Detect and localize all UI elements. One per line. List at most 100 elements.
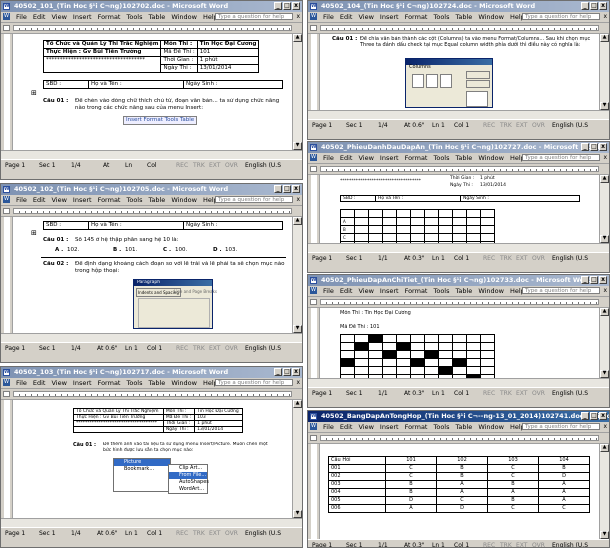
horizontal-scrollbar[interactable] bbox=[308, 243, 609, 252]
menu-item-clip-art[interactable]: Clip Art... bbox=[169, 465, 207, 472]
close-doc-icon[interactable]: x bbox=[603, 153, 607, 163]
preset-two[interactable] bbox=[426, 74, 438, 88]
vertical-scrollbar[interactable]: ▲ ▼ bbox=[292, 217, 302, 333]
columns-dialog[interactable]: Columns bbox=[405, 58, 493, 108]
menu-format[interactable]: Format bbox=[95, 12, 124, 22]
document-page[interactable]: Tổ Chức và Quản Lý Thi Trắc Nghiệm Môn Th… bbox=[13, 34, 292, 150]
help-search-input[interactable]: Type a question for help bbox=[522, 13, 600, 20]
close-doc-icon[interactable]: x bbox=[603, 286, 607, 296]
close-button[interactable]: x bbox=[292, 185, 300, 193]
menu-window[interactable]: Window bbox=[475, 422, 507, 432]
menu-format[interactable]: Format bbox=[402, 153, 431, 163]
menu-file[interactable]: File bbox=[320, 153, 337, 163]
picture-submenu[interactable]: Clip Art... From File... AutoShapes Word… bbox=[168, 464, 209, 494]
tab-selector-icon[interactable] bbox=[310, 435, 317, 441]
close-doc-icon[interactable]: x bbox=[603, 12, 607, 22]
menu-insert[interactable]: Insert bbox=[377, 286, 402, 296]
menu-insert[interactable]: Insert bbox=[70, 378, 95, 388]
menu-insert[interactable]: Insert bbox=[377, 422, 402, 432]
minimize-button[interactable]: _ bbox=[581, 412, 589, 420]
menu-insert[interactable]: Insert bbox=[377, 12, 402, 22]
menu-format[interactable]: Format bbox=[402, 12, 431, 22]
menu-format[interactable]: Format bbox=[402, 286, 431, 296]
window-detail-sheet[interactable]: W 40502_PhieuDapAnChiTiet_(Tin Hoc §¹i C… bbox=[307, 274, 610, 408]
menu-tools[interactable]: Tools bbox=[430, 422, 452, 432]
insert-menu-popup[interactable]: Picture Bookmark... bbox=[113, 458, 171, 492]
menu-table[interactable]: Table bbox=[146, 195, 169, 205]
document-area[interactable]: SBD : Họ và Tên : Ngày Sinh : ⊞ Câu 01 : S… bbox=[1, 217, 302, 333]
menu-tools[interactable]: Tools bbox=[123, 195, 145, 205]
menu-edit[interactable]: Edit bbox=[30, 378, 49, 388]
restore-button[interactable]: □ bbox=[590, 276, 598, 284]
minimize-button[interactable]: _ bbox=[274, 185, 282, 193]
horizontal-scrollbar[interactable] bbox=[1, 518, 302, 527]
tab-selector-icon[interactable] bbox=[3, 25, 10, 31]
menu-format[interactable]: Format bbox=[95, 195, 124, 205]
close-button[interactable]: x bbox=[292, 2, 300, 10]
menu-table[interactable]: Table bbox=[453, 153, 476, 163]
preset-three[interactable] bbox=[440, 74, 452, 88]
restore-button[interactable]: □ bbox=[283, 368, 291, 376]
window-doc-102[interactable]: W 40502_102_(Tin Hoc §¹i C¬ng)102705.doc… bbox=[0, 183, 303, 363]
title-bar[interactable]: W 40502_102_(Tin Hoc §¹i C¬ng)102705.doc… bbox=[1, 184, 302, 195]
restore-button[interactable]: □ bbox=[590, 2, 598, 10]
menu-table[interactable]: Table bbox=[453, 286, 476, 296]
help-search-input[interactable]: Type a question for help bbox=[215, 13, 293, 20]
menu-window[interactable]: Window bbox=[475, 12, 507, 22]
menu-file[interactable]: File bbox=[13, 195, 30, 205]
document-page[interactable]: Câu 01 : Để chia văn bản thành các cột (… bbox=[320, 34, 599, 110]
help-search-input[interactable]: Type a question for help bbox=[522, 423, 600, 430]
menu-view[interactable]: View bbox=[48, 378, 69, 388]
ok-button[interactable] bbox=[466, 71, 490, 79]
close-button[interactable]: x bbox=[599, 2, 607, 10]
menu-insert[interactable]: Insert bbox=[70, 12, 95, 22]
cancel-button[interactable] bbox=[466, 80, 490, 88]
document-area[interactable]: Câu 01 : Để chia văn bản thành các cột (… bbox=[308, 34, 609, 110]
menu-table[interactable]: Table bbox=[146, 378, 169, 388]
menu-edit[interactable]: Edit bbox=[337, 153, 356, 163]
menu-window[interactable]: Window bbox=[168, 378, 200, 388]
menu-format[interactable]: Format bbox=[402, 422, 431, 432]
menu-edit[interactable]: Edit bbox=[30, 12, 49, 22]
window-doc-101[interactable]: W 40502_101_(Tin Hoc §¹i C¬ng)102702.doc… bbox=[0, 0, 303, 180]
menu-file[interactable]: File bbox=[13, 12, 30, 22]
close-button[interactable]: x bbox=[599, 276, 607, 284]
menu-file[interactable]: File bbox=[13, 378, 30, 388]
document-page[interactable]: SBD : Họ và Tên : Ngày Sinh : ⊞ Câu 01 : S… bbox=[13, 217, 292, 333]
title-bar[interactable]: W 40502_PhieuDapAnChiTiet_(Tin Hoc §¹i C… bbox=[308, 275, 609, 286]
close-button[interactable]: x bbox=[599, 412, 607, 420]
minimize-button[interactable]: _ bbox=[581, 143, 589, 151]
tab-selector-icon[interactable] bbox=[3, 208, 10, 214]
document-page[interactable]: Môn Thi : Tin Học Đại Cương Mã Đề Thi : … bbox=[320, 308, 599, 378]
menu-insert[interactable]: Insert bbox=[70, 195, 95, 205]
document-page[interactable]: Tổ Chức và Quản Lý Thi Trắc Nghiệm Môn Th… bbox=[13, 400, 292, 518]
horizontal-ruler[interactable] bbox=[308, 164, 609, 175]
vertical-scrollbar[interactable]: ▲ ▼ bbox=[599, 175, 609, 243]
document-area[interactable]: Tổ Chức và Quản Lý Thi Trắc Nghiệm Môn Th… bbox=[1, 400, 302, 518]
horizontal-scrollbar[interactable] bbox=[308, 110, 609, 119]
menu-item-bookmark[interactable]: Bookmark... bbox=[114, 466, 170, 473]
help-search-input[interactable]: Type a question for help bbox=[522, 287, 600, 294]
close-doc-icon[interactable]: x bbox=[296, 12, 300, 22]
close-doc-icon[interactable]: x bbox=[296, 195, 300, 205]
minimize-button[interactable]: _ bbox=[274, 368, 282, 376]
window-mark-sheet[interactable]: W 40502_PhieuDanhDauDapAn_(Tin Hoc §¹i C… bbox=[307, 141, 610, 273]
document-area[interactable]: Tổ Chức và Quản Lý Thi Trắc Nghiệm Môn Th… bbox=[1, 34, 302, 150]
horizontal-scrollbar[interactable] bbox=[1, 333, 302, 342]
menu-file[interactable]: File bbox=[320, 286, 337, 296]
menu-view[interactable]: View bbox=[355, 153, 376, 163]
menu-item-picture[interactable]: Picture bbox=[114, 459, 170, 466]
close-button[interactable]: x bbox=[599, 143, 607, 151]
menu-insert[interactable]: Insert bbox=[377, 153, 402, 163]
table-move-handle-icon[interactable]: ⊞ bbox=[31, 90, 37, 97]
title-bar[interactable]: W 40502_PhieuDanhDauDapAn_(Tin Hoc §¹i C… bbox=[308, 142, 609, 153]
horizontal-ruler[interactable] bbox=[308, 23, 609, 34]
help-search-input[interactable]: Type a question for help bbox=[215, 379, 293, 386]
menu-file[interactable]: File bbox=[320, 422, 337, 432]
table-move-handle-icon[interactable]: ⊞ bbox=[31, 230, 37, 237]
close-doc-icon[interactable]: x bbox=[603, 422, 607, 432]
menu-item-from-file[interactable]: From File... bbox=[169, 472, 207, 479]
minimize-button[interactable]: _ bbox=[581, 2, 589, 10]
restore-button[interactable]: □ bbox=[283, 2, 291, 10]
close-doc-icon[interactable]: x bbox=[296, 378, 300, 388]
